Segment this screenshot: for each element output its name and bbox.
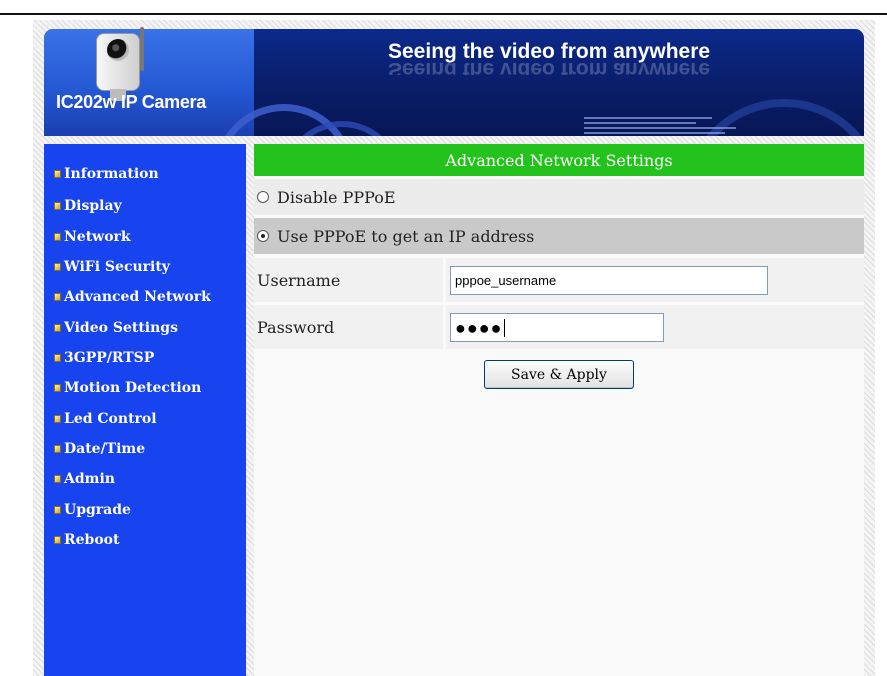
banner-slogan-reflection: Seeing the video from anywhere — [388, 63, 711, 75]
sidebar-item-upgrade[interactable]: Upgrade — [54, 502, 131, 518]
username-label: Username — [254, 258, 443, 302]
username-row: Username pppoe_username — [254, 258, 864, 302]
sidebar-item-advanced-network[interactable]: Advanced Network — [54, 289, 211, 305]
camera-logo-icon — [96, 27, 148, 101]
option-label: Use PPPoE to get an IP address — [277, 226, 535, 246]
password-row: Password ●●●● — [254, 305, 864, 349]
sidebar-item-led-control[interactable]: Led Control — [54, 411, 157, 427]
page-title: Advanced Network Settings — [254, 144, 864, 176]
bullet-icon — [54, 415, 61, 423]
sidebar-item-motion-detection[interactable]: Motion Detection — [54, 380, 201, 396]
bullet-icon — [54, 170, 61, 178]
sidebar-item-display[interactable]: Display — [54, 198, 122, 214]
sidebar-item-network[interactable]: Network — [54, 229, 131, 245]
sidebar-nav: Information Display Network WiFi Securit… — [44, 144, 246, 676]
banner-fineprint — [584, 117, 744, 136]
bullet-icon — [54, 354, 61, 362]
save-apply-button[interactable]: Save & Apply — [484, 360, 634, 389]
banner-slogan: Seeing the video from anywhere — [388, 40, 711, 63]
bullet-icon — [54, 445, 61, 453]
option-disable-pppoe[interactable]: Disable PPPoE — [254, 179, 864, 215]
sidebar-item-date-time[interactable]: Date/Time — [54, 441, 145, 457]
option-use-pppoe[interactable]: Use PPPoE to get an IP address — [254, 218, 864, 254]
bullet-icon — [54, 536, 61, 544]
camera-title: IC202w IP Camera — [56, 92, 206, 112]
sidebar-item-admin[interactable]: Admin — [54, 471, 115, 487]
bullet-icon — [54, 384, 61, 392]
bullet-icon — [54, 324, 61, 332]
top-divider — [0, 13, 887, 15]
bullet-icon — [54, 233, 61, 241]
option-label: Disable PPPoE — [277, 187, 396, 207]
sidebar-item-reboot[interactable]: Reboot — [54, 532, 119, 548]
radio-checked-icon[interactable] — [257, 230, 269, 242]
sidebar-item-information[interactable]: Information — [54, 166, 159, 182]
password-field[interactable]: ●●●● — [450, 313, 664, 342]
bullet-icon — [54, 475, 61, 483]
bullet-icon — [54, 293, 61, 301]
username-field[interactable]: pppoe_username — [450, 266, 768, 295]
sidebar-item-3gpp-rtsp[interactable]: 3GPP/RTSP — [54, 350, 154, 366]
text-cursor — [503, 318, 505, 337]
bullet-icon — [54, 263, 61, 271]
password-label: Password — [254, 305, 443, 349]
sidebar-item-wifi-security[interactable]: WiFi Security — [54, 259, 170, 275]
bullet-icon — [54, 506, 61, 514]
bullet-icon — [54, 202, 61, 210]
radio-unchecked-icon[interactable] — [257, 191, 269, 203]
sidebar-item-video-settings[interactable]: Video Settings — [54, 320, 178, 336]
